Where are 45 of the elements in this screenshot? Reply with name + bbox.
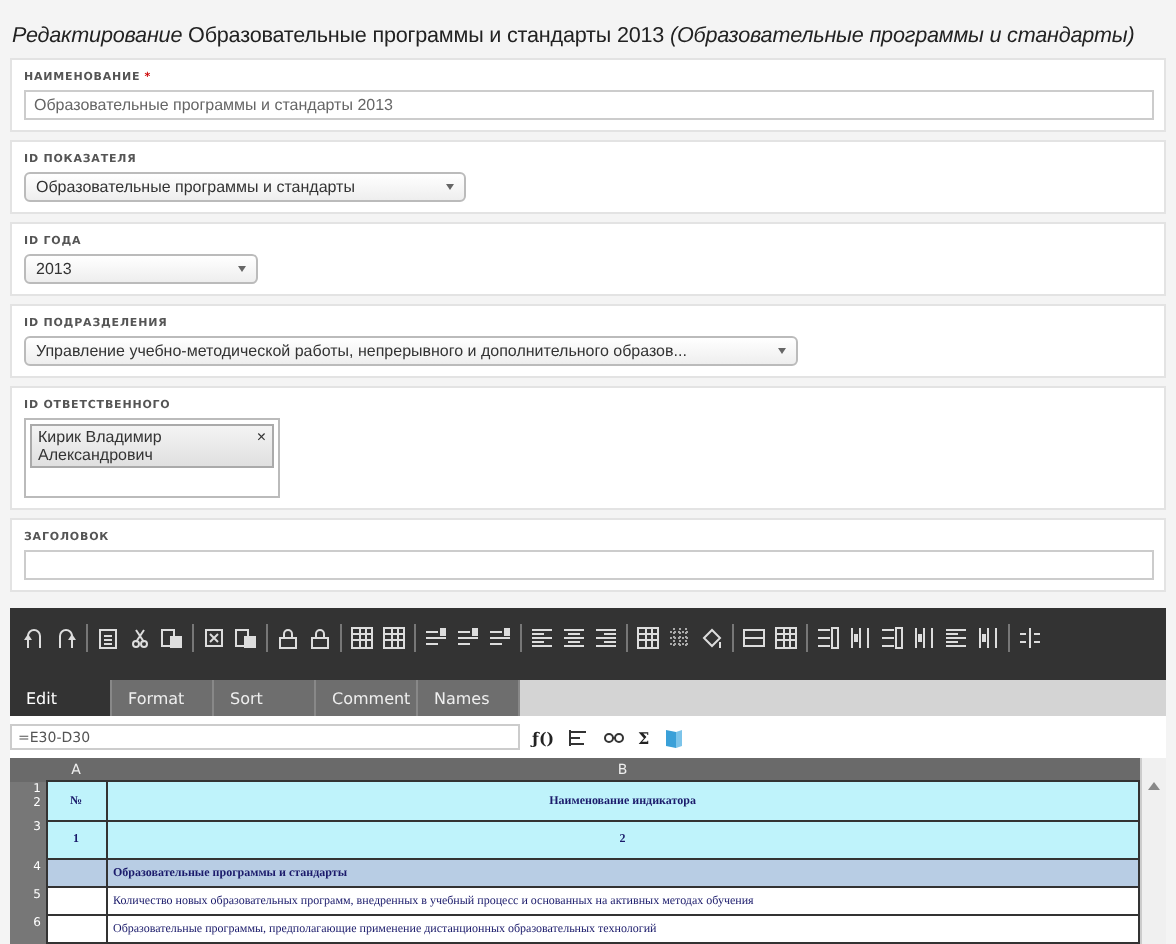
dropdown[interactable]: Образовательные программы и стандарты [24,172,467,202]
page-title: Редактирование Образовательные программы и стандарты 2013 (Образовательные программы и стандарты) [12,22,1135,50]
no-borders-icon[interactable] [668,626,692,650]
book-icon[interactable] [661,725,686,749]
dropdown[interactable]: 2013 [24,254,258,284]
paste-icon[interactable] [160,626,184,650]
align-right-icon[interactable] [594,626,618,650]
fill-icon[interactable] [700,626,724,650]
tag-label: Кирик Владимир Александрович [38,428,164,464]
scroll-up-icon[interactable] [1148,782,1161,790]
borders-icon[interactable] [636,626,660,650]
table-cell [46,859,106,888]
redo-icon[interactable] [54,626,78,650]
text-field[interactable] [24,550,1154,580]
table-cell [46,887,106,916]
align-icon[interactable] [566,725,591,749]
remove-button[interactable]: × [256,428,266,446]
tab[interactable]: Names [418,680,520,716]
caret-icon [778,348,787,354]
tab[interactable]: Comment [316,680,418,716]
lock-icon[interactable] [276,626,300,650]
copy-icon[interactable] [96,626,120,650]
undo-icon[interactable] [22,626,46,650]
merge-icon[interactable] [742,626,766,650]
cut-icon[interactable] [128,626,152,650]
merge-icon[interactable] [774,626,798,650]
text-field[interactable]: Образовательные программы и стандарты 2013 [24,90,1154,120]
tab[interactable]: Format [112,680,214,716]
paste-special-icon[interactable] [234,626,258,650]
table-icon[interactable] [382,626,406,650]
tag-field[interactable]: Кирик Владимир Александрович × [24,418,280,498]
scrollbar[interactable] [1140,758,1166,944]
tab[interactable]: Sort [214,680,316,716]
table-cell [46,915,106,943]
clear-icon[interactable] [202,626,226,650]
table-icon[interactable] [350,626,374,650]
sum-button[interactable]: Σ [638,727,650,747]
caret-icon [238,266,246,272]
align-center-icon[interactable] [562,626,586,650]
function-button[interactable]: ƒ() [532,727,555,747]
dropdown[interactable]: Управление учебно-методической работы, непрерывного и дополнительного образов... [24,336,799,366]
tab[interactable]: Edit [10,680,112,716]
align-left-icon[interactable] [530,626,554,650]
caret-icon [446,184,455,190]
freeze-icon[interactable] [1018,626,1042,650]
